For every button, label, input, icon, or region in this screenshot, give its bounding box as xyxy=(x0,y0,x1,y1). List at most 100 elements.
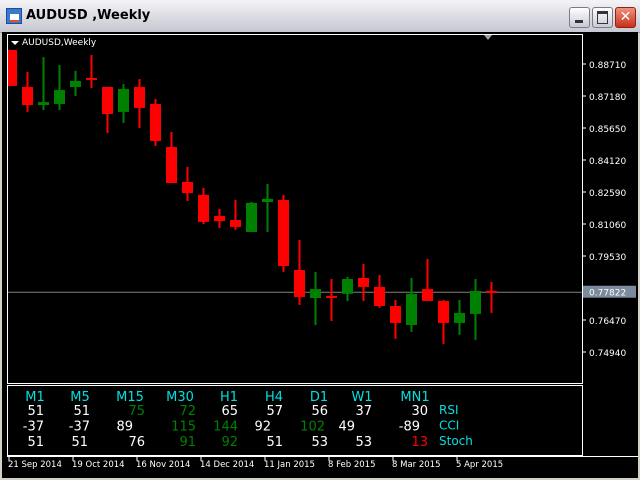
indicator-value: 102 xyxy=(300,420,325,435)
indicator-row-label: Stoch xyxy=(439,434,473,448)
candle xyxy=(358,263,369,301)
time-tick-label: 14 Dec 2014 xyxy=(200,460,254,470)
candle xyxy=(454,299,465,335)
timeframe-header: H1 xyxy=(220,390,238,405)
timeframe-header: M30 xyxy=(166,390,194,405)
indicator-value: 72 xyxy=(179,404,196,419)
indicator-value: -37 xyxy=(69,420,90,435)
candle xyxy=(166,131,177,184)
candle xyxy=(54,65,65,111)
indicator-value: 51 xyxy=(71,435,88,450)
price-tick-label: 0.84120 xyxy=(589,157,626,167)
indicator-row-label: RSI xyxy=(439,403,459,417)
candle xyxy=(374,275,385,308)
candle-body xyxy=(406,293,417,326)
time-axis: 21 Sep 2014 19 Oct 2014 16 Nov 2014 14 Dec … xyxy=(8,456,503,470)
candle-body xyxy=(198,194,209,222)
candle-body xyxy=(358,277,369,287)
price-tick-label: 0.79530 xyxy=(589,253,626,263)
candle xyxy=(246,202,257,232)
indicator-value: -89 xyxy=(399,420,420,435)
candle xyxy=(70,70,81,96)
candle xyxy=(134,79,145,128)
indicator-value: 65 xyxy=(221,404,238,419)
candle-body xyxy=(134,87,145,108)
price-tick-label: 0.74940 xyxy=(589,349,626,359)
candle xyxy=(230,199,241,230)
candle xyxy=(150,98,161,146)
price-tick-label: 0.88710 xyxy=(589,61,626,71)
chart-shift-marker-icon[interactable] xyxy=(484,35,492,40)
timeframe-header: H4 xyxy=(265,390,283,405)
candle-body xyxy=(118,88,129,112)
price-tick-label: 0.76470 xyxy=(589,317,626,327)
candle-body xyxy=(54,89,65,104)
indicator-value: 92 xyxy=(254,420,271,435)
candle-body xyxy=(22,87,33,105)
price-axis: 0.88710 0.87180 0.85650 0.84120 0.82590 0.810… xyxy=(582,61,636,359)
candle-body xyxy=(422,289,433,301)
candle xyxy=(182,166,193,201)
candle-body xyxy=(166,147,177,184)
timeframe-header: M15 xyxy=(116,390,144,405)
indicator-value: 76 xyxy=(128,435,145,450)
indicator-value: 51 xyxy=(266,435,283,450)
candle xyxy=(470,279,481,340)
time-tick-label: 21 Sep 2014 xyxy=(8,460,62,470)
indicator-value: 115 xyxy=(171,420,196,435)
candle xyxy=(22,71,33,112)
price-pane-border xyxy=(7,34,583,384)
candle xyxy=(118,84,129,123)
indicator-value: 89 xyxy=(116,420,133,435)
candle-body xyxy=(342,279,353,294)
time-tick-label: 5 Apr 2015 xyxy=(456,460,503,470)
candle xyxy=(326,279,337,322)
time-tick-label: 19 Oct 2014 xyxy=(72,460,125,470)
price-tick-label: 0.82590 xyxy=(589,189,626,199)
indicator-value: 75 xyxy=(128,404,145,419)
candle xyxy=(102,87,113,134)
indicator-value: 56 xyxy=(311,404,328,419)
candle-body xyxy=(262,198,273,203)
candle xyxy=(406,277,417,332)
price-tick-label: 0.81060 xyxy=(589,221,626,231)
candle-body xyxy=(438,300,449,323)
indicator-value: 92 xyxy=(221,435,238,450)
indicator-value: 30 xyxy=(411,404,428,419)
candle xyxy=(262,184,273,232)
indicator-value: 37 xyxy=(355,404,372,419)
candle-body xyxy=(102,87,113,114)
candlestick-chart[interactable]: AUDUSD,Weekly 0.88710 0.87180 0.85650 0.841… xyxy=(0,0,640,480)
indicator-value: 49 xyxy=(338,420,355,435)
mtf-indicator-table: M1 M5 M15 M30 H1 H4 D1 W1 MN1 51 51 75 72 65 57 56 37 30 R… xyxy=(23,390,473,450)
candle-body xyxy=(326,295,337,298)
timeframe-header: M1 xyxy=(25,390,45,405)
candle-body xyxy=(182,181,193,194)
time-tick-label: 11 Jan 2015 xyxy=(264,460,315,470)
indicator-value: 57 xyxy=(266,404,283,419)
current-price-label: 0.77822 xyxy=(589,289,626,299)
candle xyxy=(278,194,289,272)
candle-body xyxy=(374,286,385,306)
indicator-value: 51 xyxy=(73,404,90,419)
indicator-value: 144 xyxy=(213,420,238,435)
candle-body xyxy=(470,290,481,314)
indicator-row-label: CCI xyxy=(439,419,459,433)
candle xyxy=(38,57,49,111)
candle-body xyxy=(214,216,225,222)
candle-body xyxy=(294,270,305,297)
indicator-value: 53 xyxy=(355,435,372,450)
candle-body xyxy=(150,103,161,141)
timeframe-header: W1 xyxy=(351,390,372,405)
price-tick-label: 0.87180 xyxy=(589,93,626,103)
candle xyxy=(310,271,321,326)
price-tick-label: 0.85650 xyxy=(589,125,626,135)
timeframe-header: MN1 xyxy=(400,390,429,405)
indicator-value: 13 xyxy=(411,435,428,450)
candle xyxy=(342,276,353,301)
candle xyxy=(294,239,305,305)
candles-group xyxy=(8,49,582,344)
candle xyxy=(486,281,497,313)
dropdown-triangle-icon[interactable] xyxy=(11,41,19,45)
candle-body xyxy=(38,102,49,105)
